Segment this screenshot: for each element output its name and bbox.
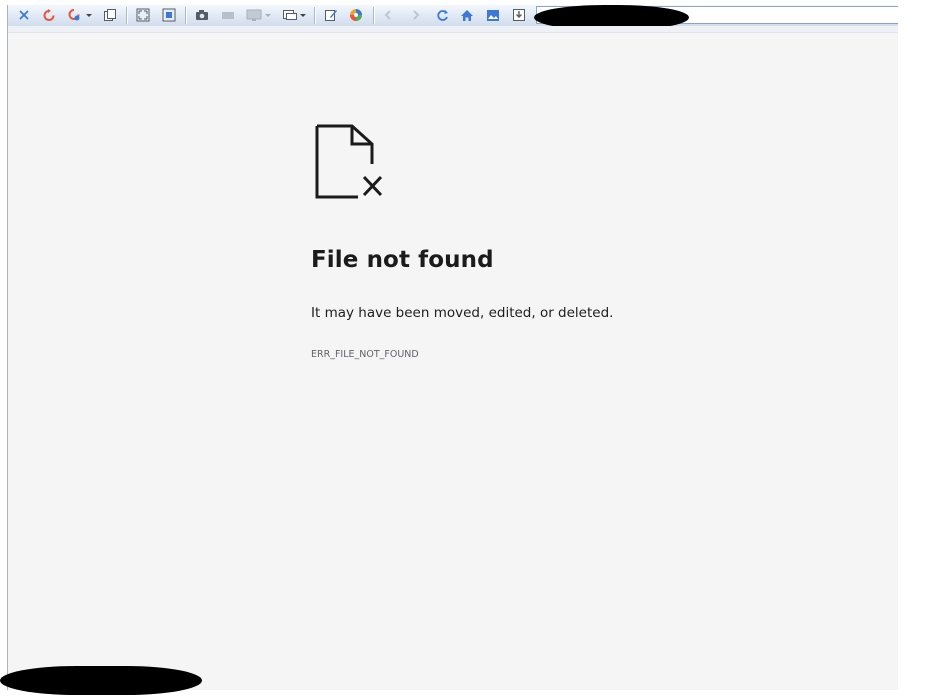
error-description: It may have been moved, edited, or delet…	[311, 305, 614, 321]
color-wheel-icon[interactable]	[348, 7, 364, 23]
edit-icon[interactable]	[323, 7, 339, 23]
file-missing-icon	[311, 123, 383, 203]
reload-page-icon[interactable]	[434, 7, 450, 23]
download-icon[interactable]	[511, 7, 527, 23]
copy-icon[interactable]	[102, 7, 118, 23]
toolbar	[8, 5, 898, 30]
reload-dropdown-icon[interactable]	[66, 7, 94, 23]
toolbar-separator	[373, 7, 374, 24]
window-layout-icon[interactable]	[282, 7, 308, 23]
redaction-mark	[0, 666, 202, 695]
forward-icon[interactable]	[408, 7, 424, 23]
toolbar-separator	[126, 7, 127, 24]
image-icon[interactable]	[485, 7, 501, 23]
fit-window-icon[interactable]	[161, 7, 177, 23]
browser-window: File not found It may have been moved, e…	[7, 5, 898, 690]
monitor-icon[interactable]	[246, 7, 272, 23]
home-icon[interactable]	[459, 7, 475, 23]
error-code: ERR_FILE_NOT_FOUND	[311, 349, 419, 360]
back-icon[interactable]	[380, 7, 396, 23]
refresh-icon[interactable]	[41, 7, 57, 23]
camera-icon[interactable]	[194, 7, 210, 23]
error-title: File not found	[311, 247, 494, 273]
toolbar-bottom-strip	[8, 26, 898, 33]
toolbar-separator	[185, 7, 186, 24]
close-icon[interactable]	[16, 7, 32, 23]
fullscreen-icon[interactable]	[135, 7, 151, 23]
video-icon[interactable]	[220, 7, 236, 23]
toolbar-separator	[314, 7, 315, 24]
